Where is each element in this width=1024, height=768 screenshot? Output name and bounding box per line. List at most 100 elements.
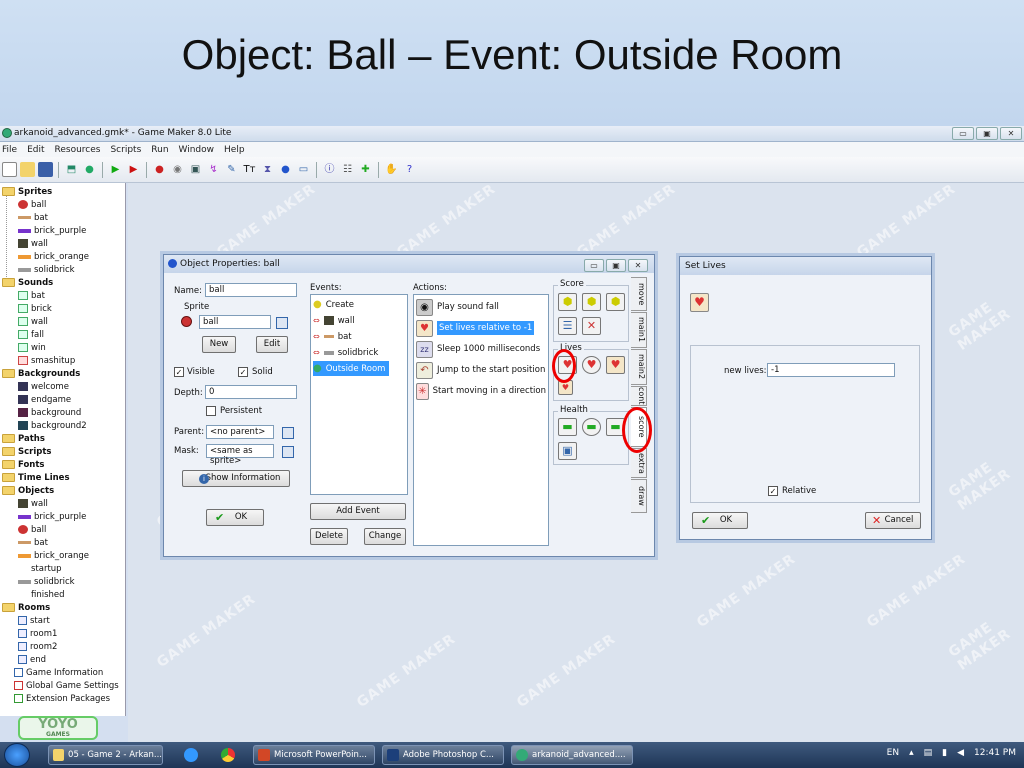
tab-main2[interactable]: main2 — [631, 349, 647, 385]
dialog-close-button[interactable]: ✕ — [628, 259, 648, 272]
tree-item[interactable]: room1 — [18, 627, 57, 640]
action-item[interactable]: zz Sleep 1000 milliseconds — [416, 339, 546, 359]
test-lives-icon[interactable]: ♥ — [582, 356, 601, 374]
action-item[interactable]: ✳ Start moving in a direction — [416, 381, 546, 401]
tab-main1[interactable]: main1 — [631, 312, 647, 348]
tab-draw[interactable]: draw — [631, 479, 647, 513]
window-titlebar[interactable]: arkanoid_advanced.gmk* - Game Maker 8.0 … — [0, 126, 1024, 142]
taskbar-item-photoshop[interactable]: Adobe Photoshop C... — [382, 745, 504, 765]
publish-icon[interactable]: ● — [82, 162, 97, 177]
set-lives-titlebar[interactable]: Set Lives — [680, 257, 931, 275]
parent-menu-icon[interactable] — [282, 427, 294, 439]
maximize-button[interactable]: ▣ — [976, 127, 998, 140]
game-info-icon[interactable]: ⓘ — [322, 162, 337, 177]
tree-item[interactable]: ball — [18, 198, 46, 211]
tree-item[interactable]: startup — [18, 562, 62, 575]
add-sprite-icon[interactable]: ● — [152, 162, 167, 177]
add-room-icon[interactable]: ▭ — [296, 162, 311, 177]
tree-item[interactable]: ball — [18, 523, 46, 536]
tree-item[interactable]: brick_orange — [18, 250, 89, 263]
score-caption-icon[interactable]: ▣ — [558, 442, 577, 460]
close-button[interactable]: ✕ — [1000, 127, 1022, 140]
tab-move[interactable]: move — [631, 277, 647, 311]
visible-checkbox[interactable]: ✓ — [174, 367, 184, 377]
parent-selector[interactable]: <no parent> — [206, 425, 274, 439]
event-item[interactable]: ⇔ solidbrick — [313, 345, 382, 360]
add-font-icon[interactable]: Tт — [242, 162, 257, 177]
tree-item[interactable]: win — [18, 341, 46, 354]
tree-item[interactable]: end — [18, 653, 46, 666]
set-lives-cancel-button[interactable]: ✕ Cancel — [865, 512, 921, 529]
ok-button[interactable]: ✔ OK — [206, 509, 264, 526]
tree-group-objects[interactable]: Objects — [2, 484, 54, 497]
object-properties-titlebar[interactable]: Object Properties: ball — [164, 255, 654, 273]
tree-item[interactable]: solidbrick — [18, 263, 75, 276]
dialog-minimize-button[interactable]: ▭ — [584, 259, 604, 272]
debug-run-icon[interactable]: ▶ — [126, 162, 141, 177]
tree-item[interactable]: background — [18, 406, 81, 419]
tree-group-rooms[interactable]: Rooms — [2, 601, 50, 614]
change-event-button[interactable]: Change — [364, 528, 406, 545]
tree-item[interactable]: start — [18, 614, 50, 627]
menu-file[interactable]: File — [2, 145, 17, 155]
tree-item[interactable]: smashitup — [18, 354, 75, 367]
menu-run[interactable]: Run — [151, 145, 168, 155]
tree-item[interactable]: bat — [18, 536, 48, 549]
run-icon[interactable]: ▶ — [108, 162, 123, 177]
persistent-checkbox[interactable] — [206, 406, 216, 416]
add-path-icon[interactable]: ↯ — [206, 162, 221, 177]
internet-explorer-icon[interactable] — [184, 748, 198, 762]
menu-window[interactable]: Window — [179, 145, 215, 155]
tree-group-sprites[interactable]: Sprites — [2, 185, 52, 198]
tree-item[interactable]: brick_purple — [18, 510, 86, 523]
event-item[interactable]: ⇔ bat — [313, 329, 356, 344]
draw-lives-icon[interactable]: ♥ — [606, 356, 625, 374]
extension-icon[interactable]: ✚ — [358, 162, 373, 177]
action-item[interactable]: ◉ Play sound fall — [416, 297, 546, 317]
set-score-icon[interactable]: ⬢ — [558, 293, 577, 311]
taskbar-item-game-maker[interactable]: arkanoid_advanced.... — [511, 745, 633, 765]
new-sprite-button[interactable]: New — [202, 336, 236, 353]
tree-item[interactable]: bat — [18, 211, 48, 224]
tree-item[interactable]: room2 — [18, 640, 57, 653]
tree-item[interactable]: brick — [18, 302, 52, 315]
tree-item[interactable]: welcome — [18, 380, 69, 393]
tree-group-sounds[interactable]: Sounds — [2, 276, 53, 289]
new-lives-input[interactable]: -1 — [767, 363, 895, 377]
event-item[interactable]: ⇔ wall — [313, 313, 359, 328]
start-button-icon[interactable] — [4, 743, 30, 767]
test-score-icon[interactable]: ⬢ — [582, 293, 601, 311]
sprite-menu-icon[interactable] — [276, 317, 288, 329]
menu-edit[interactable]: Edit — [27, 145, 44, 155]
tree-item[interactable]: finished — [18, 588, 65, 601]
tree-item[interactable]: brick_orange — [18, 549, 89, 562]
set-lives-ok-button[interactable]: ✔ OK — [692, 512, 748, 529]
menu-scripts[interactable]: Scripts — [110, 145, 141, 155]
show-information-button[interactable]: i Show Information — [182, 470, 290, 487]
tree-extension-packages[interactable]: Extension Packages — [14, 692, 110, 705]
tree-item[interactable]: solidbrick — [18, 575, 75, 588]
volume-icon[interactable]: ◀ — [957, 748, 964, 758]
tree-group-fonts[interactable]: Fonts — [2, 458, 44, 471]
tree-group-backgrounds[interactable]: Backgrounds — [2, 367, 80, 380]
draw-score-icon[interactable]: ⬢ — [606, 293, 625, 311]
event-item[interactable]: ● Create — [313, 297, 358, 312]
open-folder-icon[interactable] — [20, 162, 35, 177]
language-indicator[interactable]: EN — [887, 748, 899, 758]
taskbar-item-folder[interactable]: 05 - Game 2 - Arkan... — [48, 745, 163, 765]
clear-highscore-icon[interactable]: ✕ — [582, 317, 601, 335]
add-event-button[interactable]: Add Event — [310, 503, 406, 520]
action-item[interactable]: ↶ Jump to the start position — [416, 360, 546, 380]
dialog-maximize-button[interactable]: ▣ — [606, 259, 626, 272]
set-health-icon[interactable]: ▬ — [558, 418, 577, 436]
menu-help[interactable]: Help — [224, 145, 245, 155]
name-input[interactable]: ball — [205, 283, 297, 297]
network-icon[interactable]: ▤ — [924, 748, 933, 758]
mask-menu-icon[interactable] — [282, 446, 294, 458]
solid-checkbox[interactable]: ✓ — [238, 367, 248, 377]
chrome-icon[interactable] — [221, 748, 235, 762]
tray-expand-icon[interactable]: ▴ — [909, 748, 914, 758]
depth-input[interactable]: 0 — [205, 385, 297, 399]
delete-event-button[interactable]: Delete — [310, 528, 348, 545]
relative-checkbox[interactable]: ✓ — [768, 486, 778, 496]
